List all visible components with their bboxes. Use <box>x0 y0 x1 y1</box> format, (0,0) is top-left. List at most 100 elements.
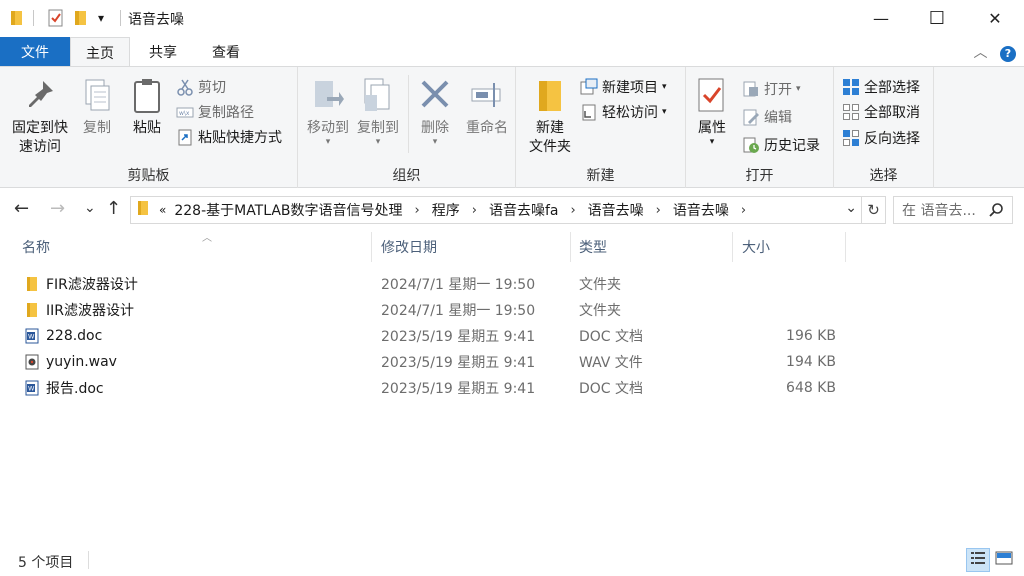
refresh-button[interactable]: ↻ <box>862 196 886 224</box>
file-row[interactable]: FIR滤波器设计 2024/7/1 星期一 19:50 文件夹 <box>14 271 848 297</box>
organize-group-label: 组织 <box>392 168 421 184</box>
breadcrumb-item[interactable]: 语音去噪fa <box>489 200 559 220</box>
details-view-button[interactable] <box>966 548 990 572</box>
file-type: 文件夹 <box>579 303 621 319</box>
breadcrumb-overflow[interactable]: « <box>159 203 166 217</box>
ribbon-tabs: 文件 主页 共享 查看 ︿ ? <box>0 36 1024 67</box>
collapse-ribbon-icon[interactable]: ︿ <box>974 45 988 61</box>
breadcrumb-item[interactable]: 228-基于MATLAB数字语音信号处理 <box>174 200 402 220</box>
new-folder-icon[interactable] <box>74 9 88 27</box>
column-modified[interactable]: 修改日期 <box>373 232 571 262</box>
open-group: 属性 ▾ 打开 ▾ 编辑 历史记录 打开 <box>686 67 834 188</box>
properties-dropdown-icon: ▾ <box>709 137 715 147</box>
status-separator <box>88 551 89 569</box>
column-header: 名称 ︿ 修改日期 类型 大小 <box>0 232 1024 262</box>
open-label: 打开 <box>764 82 792 98</box>
pin-label-2: 速访问 <box>19 139 61 155</box>
open-button[interactable]: 打开 ▾ <box>742 78 801 100</box>
paste-icon <box>130 77 164 115</box>
pin-label-1: 固定到快 <box>12 120 68 136</box>
file-size: 194 KB <box>786 354 836 370</box>
search-box[interactable]: 在 语音去... <box>893 196 1013 224</box>
file-modified: 2023/5/19 星期五 9:41 <box>381 329 536 345</box>
file-row[interactable]: IIR滤波器设计 2024/7/1 星期一 19:50 文件夹 <box>14 297 848 323</box>
new-group: 新建 文件夹 新建项目 ▾ 轻松访问 ▾ 新建 <box>516 67 686 188</box>
properties-icon[interactable] <box>47 9 65 27</box>
column-type[interactable]: 类型 <box>571 232 733 262</box>
file-row[interactable]: yuyin.wav 2023/5/19 星期五 9:41 WAV 文件 194 … <box>14 349 848 375</box>
up-button[interactable]: ↑ <box>106 198 121 219</box>
copy-path-button[interactable]: w\x 复制路径 <box>176 101 254 123</box>
file-modified: 2024/7/1 星期一 19:50 <box>381 303 536 319</box>
breadcrumb-item[interactable]: 语音去噪 <box>588 200 644 220</box>
tab-file[interactable]: 文件 <box>0 37 70 66</box>
breadcrumb-separator[interactable]: › <box>570 203 575 218</box>
breadcrumb-item[interactable]: 语音去噪 <box>673 200 729 220</box>
maximize-button[interactable]: ☐ <box>908 0 966 36</box>
cut-label: 剪切 <box>198 80 226 96</box>
new-folder-button[interactable]: 新建 文件夹 <box>522 73 578 157</box>
paste-shortcut-button[interactable]: 粘贴快捷方式 <box>176 126 282 148</box>
copy-button[interactable]: 复制 <box>76 73 118 138</box>
file-name: 报告.doc <box>46 381 104 397</box>
paste-button[interactable]: 粘贴 <box>126 73 168 138</box>
breadcrumb-separator[interactable]: › <box>472 203 477 218</box>
properties-label: 属性 <box>698 120 726 136</box>
close-button[interactable]: ✕ <box>966 0 1024 36</box>
move-to-dropdown-icon: ▾ <box>325 137 331 147</box>
new-item-label: 新建项目 <box>602 80 658 96</box>
search-icon[interactable] <box>988 202 1004 222</box>
rename-button[interactable]: 重命名 <box>462 73 512 138</box>
pin-to-quick-access-button[interactable]: 固定到快 速访问 <box>6 73 74 157</box>
svg-text:w\x: w\x <box>179 110 190 117</box>
title-bar: ▾ 语音去噪 — ☐ ✕ <box>0 0 1024 36</box>
minimize-button[interactable]: — <box>852 0 910 36</box>
help-controls: ︿ ? <box>974 42 1016 62</box>
cut-button[interactable]: 剪切 <box>176 76 226 98</box>
move-to-button[interactable]: 移动到 ▾ <box>304 73 352 147</box>
easy-access-button[interactable]: 轻松访问 ▾ <box>580 101 667 123</box>
address-dropdown-icon[interactable]: ⌄ <box>845 200 857 216</box>
file-row[interactable]: W 228.doc 2023/5/19 星期五 9:41 DOC 文档 196 … <box>14 323 848 349</box>
ribbon: 固定到快 速访问 复制 粘贴 剪切 w\x 复制路径 粘贴快捷方式 剪贴板 移动… <box>0 66 1024 188</box>
new-item-button[interactable]: 新建项目 ▾ <box>580 76 667 98</box>
select-all-button[interactable]: 全部选择 <box>842 76 920 98</box>
column-name[interactable]: 名称 ︿ <box>14 232 372 262</box>
properties-button[interactable]: 属性 ▾ <box>692 73 732 147</box>
copy-path-icon: w\x <box>176 103 194 121</box>
new-group-label: 新建 <box>586 168 615 184</box>
invert-selection-button[interactable]: 反向选择 <box>842 127 920 149</box>
breadcrumb-item[interactable]: 程序 <box>432 200 460 220</box>
file-row[interactable]: W 报告.doc 2023/5/19 星期五 9:41 DOC 文档 648 K… <box>14 375 848 401</box>
delete-icon <box>418 77 452 115</box>
file-name-cell: IIR滤波器设计 <box>24 297 134 323</box>
tab-share[interactable]: 共享 <box>132 37 194 66</box>
copy-to-dropdown-icon: ▾ <box>375 137 381 147</box>
folder-icon <box>137 200 149 220</box>
new-item-icon <box>580 78 598 96</box>
quick-access-dropdown-icon[interactable]: ▾ <box>98 11 104 29</box>
copy-to-button[interactable]: 复制到 ▾ <box>354 73 402 147</box>
large-icons-view-button[interactable] <box>992 548 1016 572</box>
back-button[interactable]: ← <box>14 198 29 219</box>
sort-ascending-icon: ︿ <box>202 233 212 244</box>
history-button[interactable]: 历史记录 <box>742 134 820 156</box>
edit-button[interactable]: 编辑 <box>742 106 792 128</box>
delete-button[interactable]: 删除 ▾ <box>414 73 456 147</box>
select-none-icon <box>842 103 860 121</box>
rename-icon <box>470 77 504 115</box>
clipboard-group-label: 剪贴板 <box>127 168 170 184</box>
select-none-button[interactable]: 全部取消 <box>842 101 920 123</box>
new-folder-icon <box>533 77 567 115</box>
breadcrumb-separator[interactable]: › <box>656 203 661 218</box>
address-bar[interactable]: « 228-基于MATLAB数字语音信号处理 › 程序 › 语音去噪fa › 语… <box>130 196 862 224</box>
breadcrumb-separator[interactable]: › <box>415 203 420 218</box>
breadcrumb-separator[interactable]: › <box>741 203 746 218</box>
tab-home[interactable]: 主页 <box>70 37 130 67</box>
help-icon[interactable]: ? <box>1000 46 1016 62</box>
forward-button[interactable]: → <box>50 198 65 219</box>
file-name: IIR滤波器设计 <box>46 303 134 319</box>
column-size[interactable]: 大小 <box>734 232 846 262</box>
recent-locations-button[interactable]: ⌄ <box>84 200 96 216</box>
tab-view[interactable]: 查看 <box>196 37 256 66</box>
